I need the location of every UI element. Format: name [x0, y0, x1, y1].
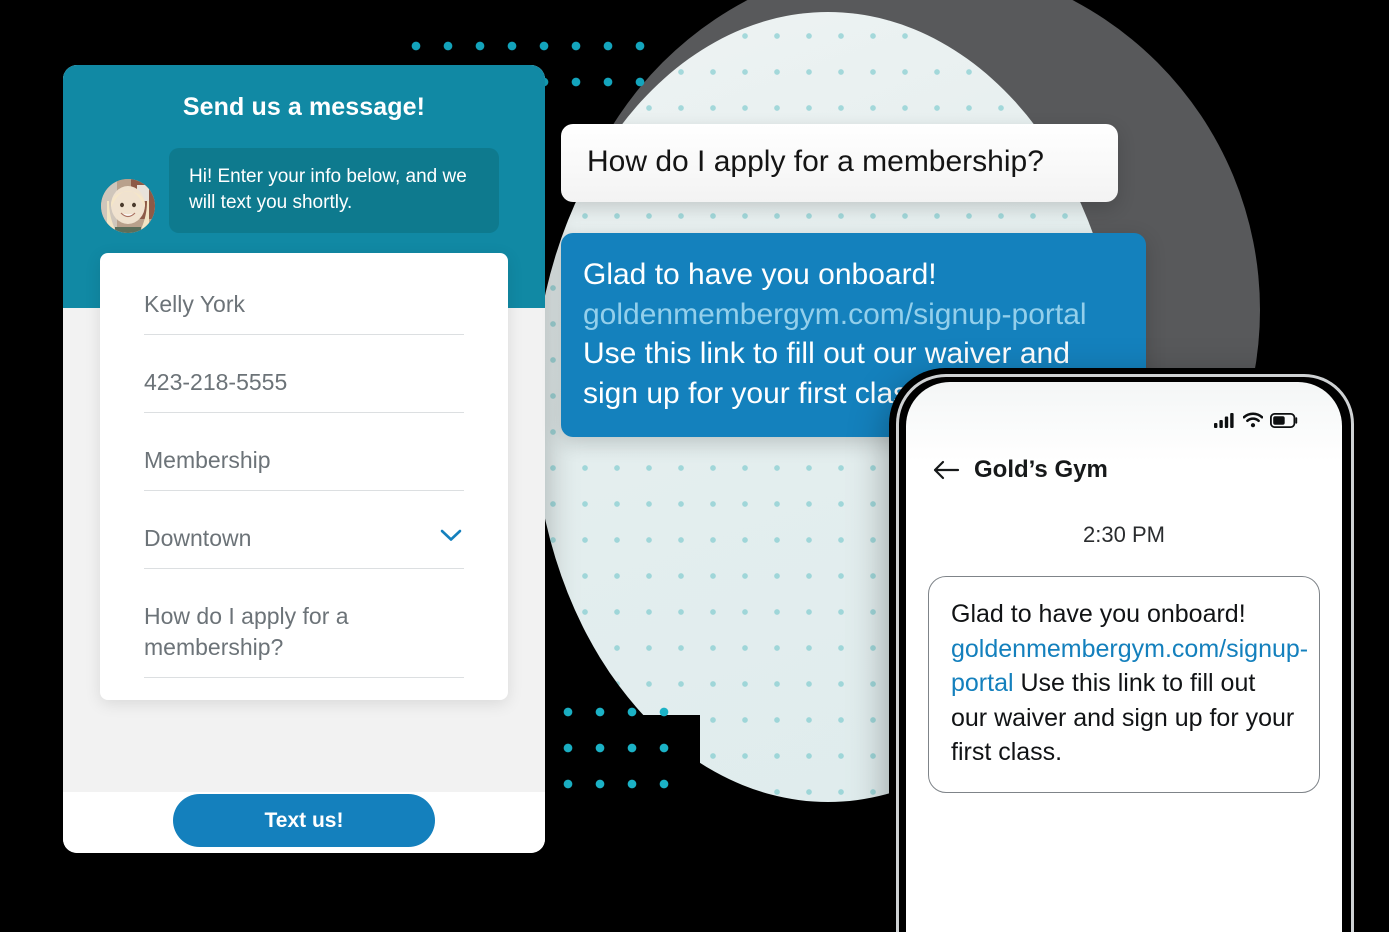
phone-field[interactable]: 423-218-5555	[144, 367, 464, 414]
name-field-value: Kelly York	[144, 291, 246, 317]
avatar	[101, 179, 155, 234]
outbound-message-lead: Glad to have you onboard!	[583, 258, 937, 291]
wifi-icon	[1243, 412, 1263, 428]
chevron-down-icon[interactable]	[440, 529, 462, 542]
outbound-message-link[interactable]: goldenmembergym.com/signup-portal	[583, 298, 1087, 331]
back-arrow-icon[interactable]	[932, 459, 960, 481]
phone-message-bubble: Glad to have you onboard! goldenmembergy…	[928, 576, 1320, 793]
inbound-message-bubble: How do I apply for a membership?	[561, 124, 1118, 202]
subject-field[interactable]: Membership	[144, 445, 464, 492]
signal-icon	[1214, 412, 1236, 428]
location-select-value: Downtown	[144, 525, 252, 552]
name-field[interactable]: Kelly York	[144, 289, 464, 336]
agent-message-row: Hi! Enter your info below, and we will t…	[87, 148, 521, 234]
phone-field-value: 423-218-5555	[144, 369, 288, 396]
background-dots-bottom	[548, 688, 688, 800]
page-root: Send us a message! Hi! Enter your info b…	[0, 0, 1389, 932]
lead-capture-form: Kelly York 423-218-5555 Membership Downt…	[100, 253, 508, 701]
phone-message-timestamp: 2:30 PM	[1083, 522, 1165, 547]
message-field[interactable]: How do I apply for a membership?	[144, 601, 464, 679]
battery-icon	[1270, 412, 1298, 428]
text-us-button[interactable]: Text us!	[173, 794, 435, 847]
phone-contact-name: Gold’s Gym	[974, 456, 1108, 483]
chat-widget: Send us a message! Hi! Enter your info b…	[63, 65, 545, 853]
message-field-value: How do I apply for a membership?	[144, 603, 349, 661]
location-select[interactable]: Downtown	[144, 523, 464, 570]
chat-widget-title: Send us a message!	[182, 93, 426, 121]
phone-message-lead: Glad to have you onboard!	[951, 600, 1246, 628]
agent-message-bubble: Hi! Enter your info below, and we will t…	[169, 148, 499, 234]
subject-field-value: Membership	[144, 447, 271, 474]
phone-status-bar	[906, 382, 1342, 428]
phone-screen: Gold’s Gym 2:30 PM Glad to have you onbo…	[906, 382, 1342, 932]
phone-nav-bar: Gold’s Gym	[906, 428, 1342, 484]
